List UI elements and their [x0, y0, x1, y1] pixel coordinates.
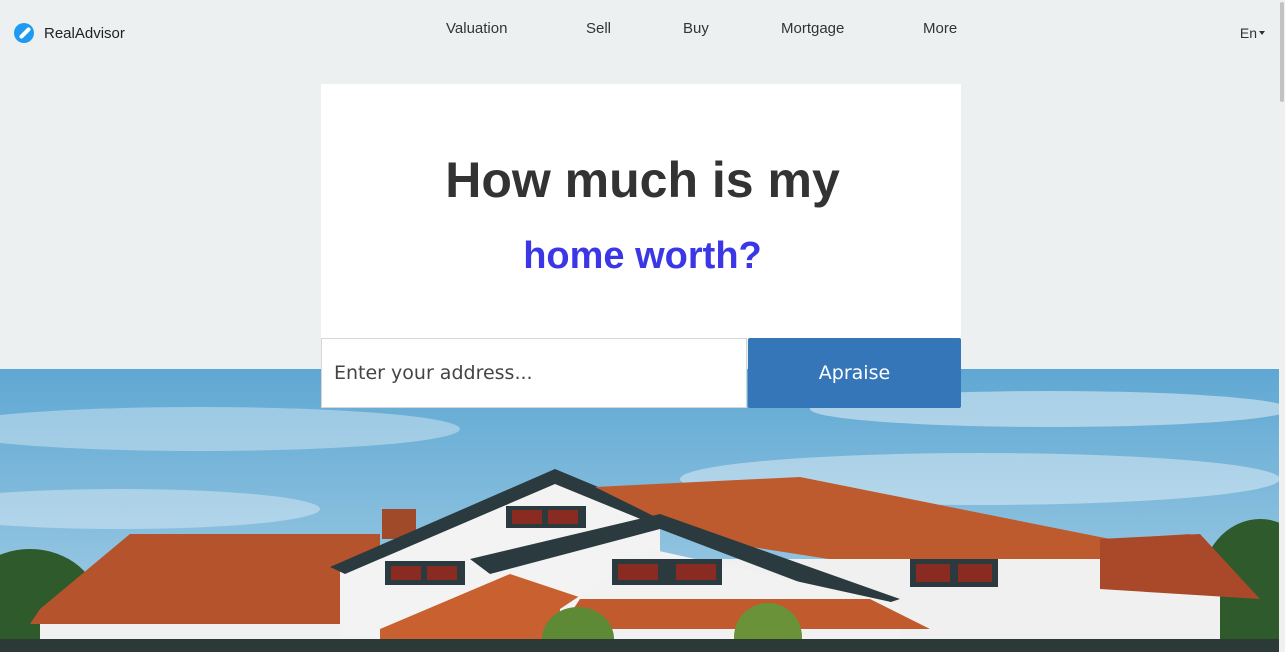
- address-input[interactable]: [321, 338, 747, 408]
- hero-house-image: [0, 369, 1285, 652]
- nav-item-sell[interactable]: Sell: [586, 20, 611, 37]
- language-selector[interactable]: En: [1240, 25, 1265, 41]
- hero-subtitle: home worth?: [523, 235, 762, 277]
- language-label: En: [1239, 25, 1257, 41]
- page-scrollbar[interactable]: [1279, 0, 1285, 652]
- hero-title: How much is my: [445, 152, 840, 208]
- nav-item-buy[interactable]: Buy: [683, 20, 709, 37]
- nav-item-more[interactable]: More: [923, 20, 957, 37]
- site-header: RealAdvisor Valuation Sell Buy Mortgage …: [0, 0, 1285, 68]
- nav-item-mortgage[interactable]: Mortgage: [781, 20, 844, 37]
- main-nav: Valuation Sell Buy Mortgage More: [0, 20, 1285, 40]
- apraise-button[interactable]: Apraise: [748, 338, 961, 408]
- house-illustration: [0, 369, 1285, 652]
- caret-down-icon: [1259, 31, 1265, 35]
- nav-item-valuation[interactable]: Valuation: [446, 20, 507, 37]
- scrollbar-thumb[interactable]: [1280, 2, 1284, 102]
- hero-card: [321, 84, 961, 338]
